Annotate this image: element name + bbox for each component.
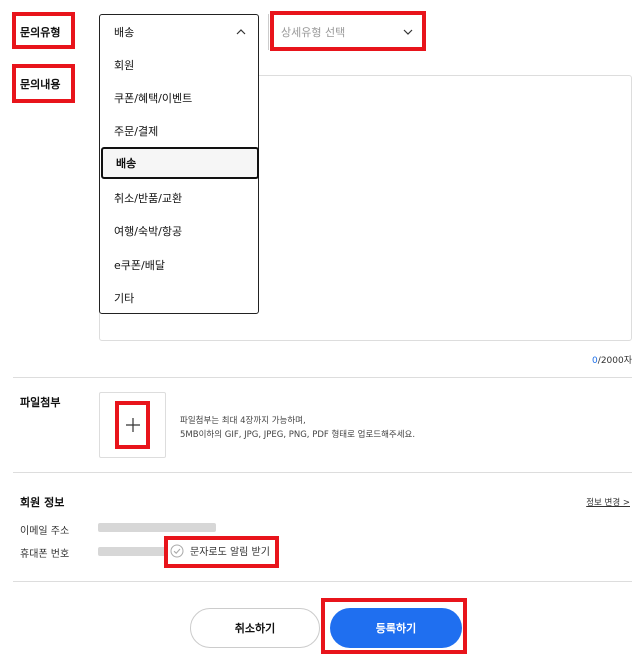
- dropdown-header[interactable]: 배송: [100, 15, 258, 49]
- chevron-up-icon: [236, 29, 246, 35]
- highlight-box: [115, 401, 150, 449]
- inquiry-type-dropdown[interactable]: 배송 회원 쿠폰/혜택/이벤트 주문/결제 배송 취소/반품/교환 여행/숙박/…: [99, 14, 259, 314]
- email-value-blurred: [98, 523, 216, 532]
- dropdown-option[interactable]: e쿠폰/배달: [114, 257, 165, 273]
- highlight-box: [12, 64, 75, 103]
- char-counter: 0/2000자: [592, 356, 632, 366]
- dropdown-option-selected[interactable]: 배송: [101, 147, 259, 179]
- phone-label: 휴대폰 번호: [20, 549, 70, 560]
- email-label: 이메일 주소: [20, 526, 70, 537]
- attachment-note-line1: 파일첨부는 최대 4장까지 가능하며,: [180, 416, 306, 426]
- dropdown-option[interactable]: 취소/반품/교환: [114, 190, 182, 206]
- dropdown-selected-value: 배송: [114, 26, 135, 39]
- dropdown-option[interactable]: 기타: [114, 290, 134, 306]
- dropdown-option[interactable]: 주문/결제: [114, 123, 158, 139]
- member-info-title: 회원 정보: [20, 496, 65, 509]
- highlight-box: [270, 11, 426, 51]
- attachment-label: 파일첨부: [20, 396, 61, 409]
- divider: [13, 377, 632, 378]
- cancel-button[interactable]: 취소하기: [190, 608, 320, 648]
- dropdown-option[interactable]: 여행/숙박/항공: [114, 223, 182, 239]
- highlight-box: [12, 12, 75, 49]
- divider: [13, 581, 632, 582]
- dropdown-option[interactable]: 쿠폰/혜택/이벤트: [114, 90, 192, 106]
- dropdown-option[interactable]: 회원: [114, 57, 134, 73]
- phone-value-blurred: [98, 547, 166, 556]
- highlight-box: [321, 598, 467, 654]
- change-info-link[interactable]: 정보 변경 >: [586, 496, 630, 508]
- attachment-note-line2: 5MB이하의 GIF, JPG, JPEG, PNG, PDF 형태로 업로드해…: [180, 430, 416, 440]
- highlight-box: [164, 536, 279, 568]
- divider: [13, 472, 632, 473]
